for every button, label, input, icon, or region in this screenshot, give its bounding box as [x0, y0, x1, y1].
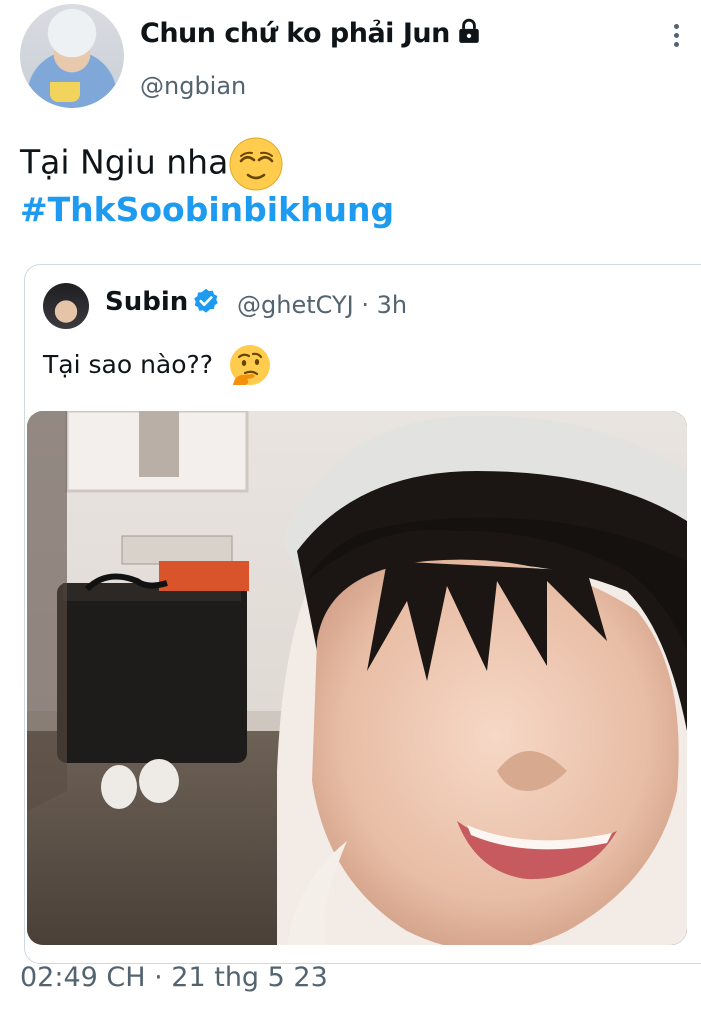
- quoted-media-photo[interactable]: [27, 411, 687, 945]
- quoted-author-name-text: Subin: [105, 287, 189, 317]
- lock-icon: [459, 18, 479, 43]
- tweet-text-content: Tại Ngiu nha: [20, 142, 229, 182]
- author-avatar[interactable]: [20, 4, 124, 108]
- quoted-author-avatar[interactable]: [43, 283, 89, 329]
- relieved-face-emoji: [229, 137, 283, 191]
- author-handle[interactable]: @ngbian: [140, 72, 246, 100]
- author-display-name-text: Chun chứ ko phải Jun: [140, 18, 450, 49]
- quoted-author-name[interactable]: Subin: [105, 287, 220, 317]
- quoted-tweet-text: Tại sao nào??: [43, 343, 273, 389]
- thinking-face-emoji: [230, 345, 271, 385]
- author-display-name[interactable]: Chun chứ ko phải Jun: [140, 18, 482, 49]
- more-options-icon[interactable]: [669, 24, 683, 52]
- tweet-header: Chun chứ ko phải Jun @ngbian: [20, 4, 685, 108]
- quoted-tweet-card[interactable]: Subin @ghetCYJ · 3h Tại sao nào??: [24, 264, 701, 964]
- hashtag-link[interactable]: #ThkSoobinbikhung: [20, 190, 394, 229]
- quoted-tweet-text-content: Tại sao nào??: [43, 350, 214, 379]
- verified-badge-icon: [194, 288, 219, 313]
- tweet-timestamp[interactable]: 02:49 CH · 21 thg 5 23: [20, 962, 328, 993]
- tweet-text: Tại Ngiu nha: [20, 136, 284, 192]
- quoted-handle-time: @ghetCYJ · 3h: [237, 291, 408, 319]
